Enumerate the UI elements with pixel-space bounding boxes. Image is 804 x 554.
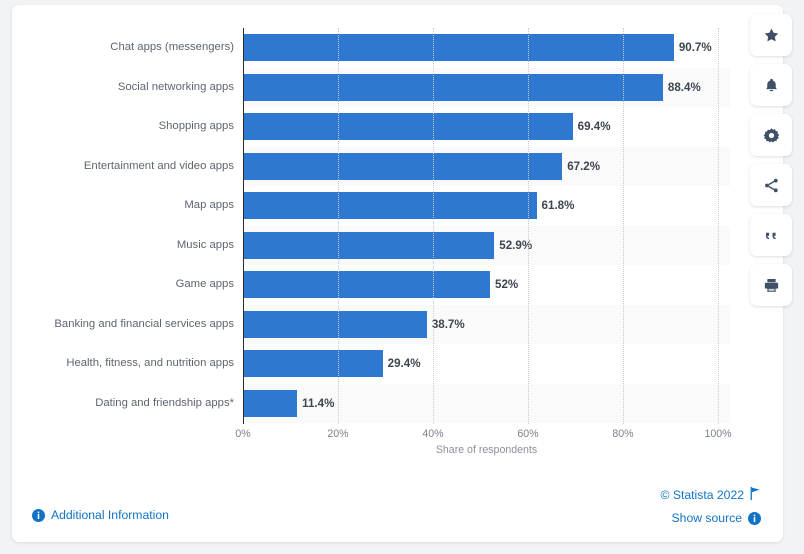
bar[interactable]	[243, 271, 490, 298]
category-label: Banking and financial services apps	[54, 317, 234, 330]
print-icon	[763, 277, 780, 294]
favorite-button[interactable]	[750, 14, 792, 56]
notify-button[interactable]	[750, 64, 792, 106]
bar-value-label: 38.7%	[431, 317, 465, 331]
card-footer: Additional Information © Statista 2022 S…	[12, 465, 783, 542]
chart-card: Chat apps (messengers) 90.7% Social networ…	[12, 5, 783, 542]
bar[interactable]	[243, 113, 573, 140]
copyright-label: © Statista 2022	[660, 488, 744, 502]
share-button[interactable]	[750, 164, 792, 206]
additional-information-label: Additional Information	[51, 508, 169, 522]
settings-button[interactable]	[750, 114, 792, 156]
gridline	[433, 28, 434, 424]
x-tick-label: 0%	[235, 428, 251, 440]
category-label: Chat apps (messengers)	[110, 41, 234, 53]
gridline	[528, 28, 529, 424]
info-icon	[748, 511, 761, 525]
y-axis-line	[243, 28, 244, 424]
share-icon	[763, 177, 780, 194]
chart-row: Health, fitness, and nutrition apps 29.4%	[66, 344, 730, 384]
bar-chart: Chat apps (messengers) 90.7% Social networ…	[12, 5, 783, 465]
chart-row: Social networking apps 88.4%	[118, 67, 730, 107]
chart-row: Entertainment and video apps 67.2%	[84, 146, 730, 186]
star-icon	[763, 27, 780, 44]
category-label: Map apps	[184, 199, 234, 211]
bar-value-label: 90.7%	[678, 41, 712, 54]
flag-icon	[750, 487, 761, 503]
category-label: Shopping apps	[158, 120, 234, 132]
show-source-link[interactable]: Show source	[672, 511, 761, 525]
category-label: Social networking apps	[117, 80, 234, 93]
x-tick-label: 80%	[612, 428, 634, 440]
show-source-label: Show source	[671, 511, 742, 525]
bar-value-label: 52%	[495, 278, 519, 291]
x-tick-label: 40%	[422, 428, 444, 440]
x-tick-label: 100%	[704, 428, 732, 440]
bar-value-label: 29.4%	[387, 357, 421, 370]
category-label: Entertainment and video apps	[83, 159, 234, 172]
print-button[interactable]	[750, 264, 792, 306]
chart-row: Game apps 52%	[176, 265, 730, 305]
chart-rows: Chat apps (messengers) 90.7% Social networ…	[54, 28, 730, 423]
category-label: Music apps	[176, 238, 234, 251]
bar[interactable]	[243, 350, 383, 377]
additional-information-link[interactable]: Additional Information	[32, 508, 169, 522]
gridline	[623, 28, 624, 424]
gridline	[718, 28, 719, 424]
x-axis-title: Share of respondents	[435, 444, 538, 456]
bar[interactable]	[243, 389, 298, 417]
chart-row: Chat apps (messengers) 90.7%	[110, 28, 730, 68]
gridline	[338, 28, 339, 424]
chart-row: Map apps 61.8%	[184, 186, 730, 226]
x-tick-label: 20%	[327, 428, 349, 440]
category-label: Health, fitness, and nutrition apps	[66, 357, 234, 369]
bar[interactable]	[243, 73, 663, 101]
chart-row: Music apps 52.9%	[177, 225, 730, 265]
bar[interactable]	[243, 34, 674, 61]
quote-icon	[763, 227, 780, 244]
bar[interactable]	[243, 231, 495, 259]
chart-row: Dating and friendship apps* 11.4%	[95, 383, 730, 423]
bar[interactable]	[243, 310, 427, 338]
copyright: © Statista 2022	[660, 487, 761, 503]
bar-value-label: 67.2%	[567, 159, 601, 173]
bar-value-label: 88.4%	[667, 80, 701, 94]
cite-button[interactable]	[750, 214, 792, 256]
bar-value-label: 11.4%	[302, 396, 335, 410]
chart-row: Banking and financial services apps 38.7%	[54, 304, 730, 344]
chart-row: Shopping apps 69.4%	[159, 107, 730, 147]
bar[interactable]	[243, 152, 563, 180]
category-label: Game apps	[175, 278, 234, 290]
x-tick-label: 60%	[517, 428, 539, 440]
statista-chart-page: Chat apps (messengers) 90.7% Social networ…	[0, 0, 804, 554]
category-label: Dating and friendship apps*	[95, 396, 234, 409]
bell-icon	[763, 77, 780, 94]
gear-icon	[763, 127, 780, 144]
info-icon	[32, 508, 45, 522]
tool-rail	[750, 14, 792, 306]
bar[interactable]	[243, 192, 537, 219]
bar-value-label: 61.8%	[541, 199, 575, 212]
bar-value-label: 69.4%	[577, 120, 611, 133]
